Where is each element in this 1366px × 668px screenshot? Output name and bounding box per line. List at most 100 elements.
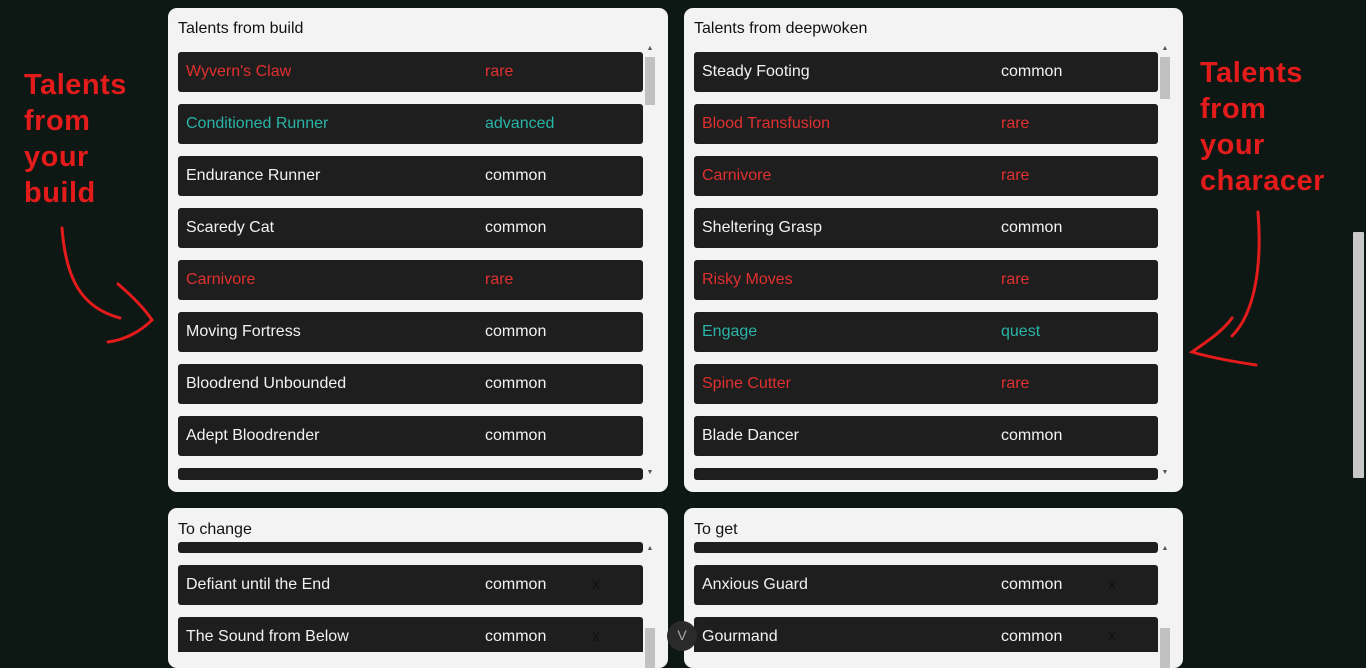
talent-name: Wyvern's Claw <box>186 63 292 80</box>
scroll-down-arrow-icon[interactable]: ▼ <box>644 468 656 478</box>
talent-row[interactable]: Anxious Guard common x <box>694 565 1158 605</box>
talent-row[interactable]: Engage quest <box>694 312 1158 352</box>
talent-list-deepwoken[interactable]: Steady Footing common Blood Transfusion ra… <box>694 52 1158 490</box>
annotation-right: Talents from your characer <box>1200 55 1325 199</box>
talent-name: Anxious Guard <box>702 576 808 593</box>
scroll-thumb[interactable] <box>645 57 655 105</box>
talent-rarity: rare <box>485 271 514 288</box>
talent-name: Blade Dancer <box>702 427 799 444</box>
talent-row[interactable]: Blood Transfusion rare <box>694 104 1158 144</box>
talent-rarity: rare <box>1001 167 1030 184</box>
talent-name: Steady Footing <box>702 63 810 80</box>
talent-row[interactable]: Defiant until the End common x <box>178 565 643 605</box>
panel-title: Talents from deepwoken <box>694 20 868 37</box>
talent-rarity: rare <box>1001 271 1030 288</box>
page-scrollbar-thumb[interactable] <box>1353 232 1364 478</box>
talent-list-to-get[interactable]: Anxious Guard common x Gourmand common x <box>694 542 1158 652</box>
talent-name: Scaredy Cat <box>186 219 275 236</box>
scroll-up-arrow-icon[interactable]: ▲ <box>644 44 656 54</box>
talent-rarity: common <box>485 167 547 184</box>
talent-rarity: common <box>1001 219 1063 236</box>
talent-name: Moving Fortress <box>186 323 301 340</box>
talent-row[interactable]: Conditioned Runner advanced <box>178 104 643 144</box>
floating-chevron-button[interactable]: V <box>667 621 697 651</box>
talent-row[interactable]: The Sound from Below common x <box>178 617 643 652</box>
scroll-thumb[interactable] <box>1160 628 1170 668</box>
talent-row[interactable]: Risky Moves rare <box>694 260 1158 300</box>
talent-rarity: common <box>485 375 547 392</box>
panel-to-get: To get Anxious Guard common x Gourmand comm… <box>684 508 1183 668</box>
remove-button[interactable]: x <box>592 576 600 594</box>
scroll-up-arrow-icon[interactable]: ▲ <box>644 544 656 554</box>
talent-name: Blood Transfusion <box>702 115 831 132</box>
talent-row[interactable] <box>178 468 643 480</box>
panel-to-change: To change Defiant until the End common x T… <box>168 508 668 668</box>
talent-row[interactable]: Sheltering Grasp common <box>694 208 1158 248</box>
panel-title: To change <box>178 521 252 538</box>
talent-row[interactable]: Gourmand common x <box>694 617 1158 652</box>
remove-button[interactable]: x <box>1108 628 1116 646</box>
scroll-thumb[interactable] <box>645 628 655 668</box>
annotation-line: build <box>24 177 96 209</box>
talent-name: The Sound from Below <box>186 628 349 645</box>
annotation-line: your <box>1200 129 1265 161</box>
remove-button[interactable]: x <box>592 628 600 646</box>
talent-name: Risky Moves <box>702 271 793 288</box>
panel-title: Talents from build <box>178 20 304 37</box>
talent-rarity: rare <box>1001 115 1030 132</box>
talent-row[interactable]: Carnivore rare <box>178 260 643 300</box>
talent-rarity: common <box>485 427 547 444</box>
talent-name: Sheltering Grasp <box>702 219 823 236</box>
talent-row[interactable]: Blade Dancer common <box>694 416 1158 456</box>
talent-row[interactable]: Bloodrend Unbounded common <box>178 364 643 404</box>
talent-rarity: common <box>1001 628 1063 645</box>
talent-name: Conditioned Runner <box>186 115 329 132</box>
list-scrollbar[interactable]: ▲ ▼ <box>1159 44 1171 484</box>
talent-name: Adept Bloodrender <box>186 427 320 444</box>
list-scrollbar[interactable]: ▲ <box>1159 544 1171 668</box>
scroll-up-arrow-icon[interactable]: ▲ <box>1159 544 1171 554</box>
annotation-line: Talents <box>24 69 127 101</box>
talent-row[interactable]: Moving Fortress common <box>178 312 643 352</box>
talent-name: Engage <box>702 323 758 340</box>
scroll-down-arrow-icon[interactable]: ▼ <box>1159 468 1171 478</box>
remove-button[interactable]: x <box>1108 576 1116 594</box>
talent-row[interactable]: Steady Footing common <box>694 52 1158 92</box>
scroll-up-arrow-icon[interactable]: ▲ <box>1159 44 1171 54</box>
annotation-left: Talents from your build <box>24 67 127 211</box>
scroll-thumb[interactable] <box>1160 57 1170 99</box>
talent-name: Spine Cutter <box>702 375 791 392</box>
talent-rarity: common <box>485 628 547 645</box>
annotation-line: characer <box>1200 165 1325 197</box>
arrow-right-shaft <box>1230 210 1261 338</box>
talent-rarity: common <box>485 576 547 593</box>
talent-list-to-change[interactable]: Defiant until the End common x The Sound f… <box>178 542 643 652</box>
talent-rarity: rare <box>1001 375 1030 392</box>
talent-rarity: common <box>485 219 547 236</box>
talent-row[interactable]: Spine Cutter rare <box>694 364 1158 404</box>
talent-row[interactable] <box>694 542 1158 553</box>
panel-title: To get <box>694 521 738 538</box>
list-scrollbar[interactable]: ▲ ▼ <box>644 44 656 484</box>
annotation-line: your <box>24 141 89 173</box>
talent-row[interactable] <box>178 542 643 553</box>
talent-row[interactable]: Adept Bloodrender common <box>178 416 643 456</box>
talent-row[interactable]: Wyvern's Claw rare <box>178 52 643 92</box>
talent-name: Endurance Runner <box>186 167 321 184</box>
list-scrollbar[interactable]: ▲ <box>644 544 656 668</box>
talent-name: Gourmand <box>702 628 778 645</box>
talent-row[interactable]: Scaredy Cat common <box>178 208 643 248</box>
talent-row[interactable]: Endurance Runner common <box>178 156 643 196</box>
talent-row[interactable]: Carnivore rare <box>694 156 1158 196</box>
talent-rarity: common <box>485 323 547 340</box>
talent-rarity: common <box>1001 63 1063 80</box>
talent-name: Bloodrend Unbounded <box>186 375 347 392</box>
talent-name: Carnivore <box>186 271 256 288</box>
talent-row[interactable] <box>694 468 1158 480</box>
talent-rarity: common <box>1001 576 1063 593</box>
talent-rarity: rare <box>485 63 514 80</box>
talent-name: Defiant until the End <box>186 576 331 593</box>
talent-rarity: quest <box>1001 323 1041 340</box>
annotation-line: from <box>24 105 91 137</box>
talent-list-build[interactable]: Wyvern's Claw rare Conditioned Runner adva… <box>178 52 643 490</box>
